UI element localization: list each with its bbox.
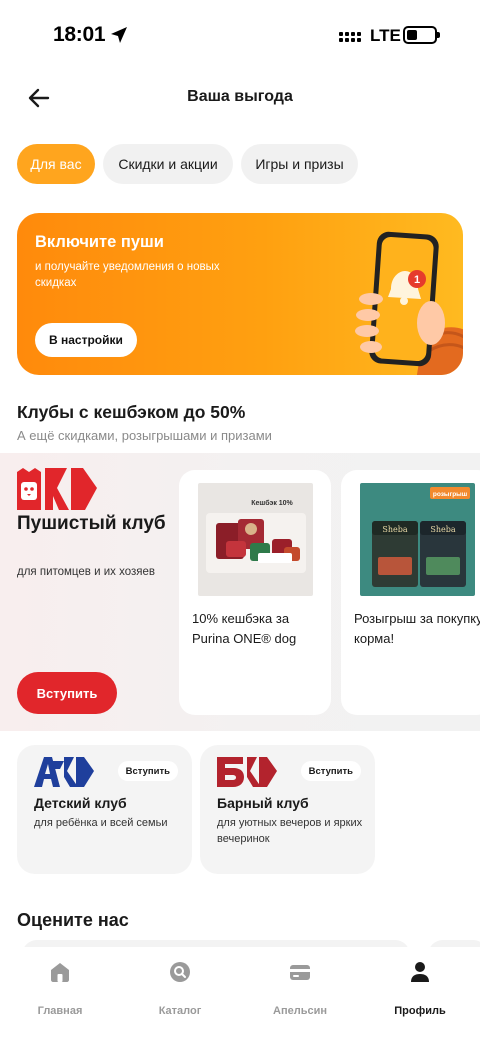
tab-for-you[interactable]: Для вас bbox=[17, 144, 95, 184]
network-type: LTE bbox=[370, 26, 401, 45]
sheba-product-image: розыгрыш Sheba Sheba bbox=[360, 483, 475, 596]
status-time: 18:01 bbox=[53, 23, 106, 46]
nav-profile-label: Профиль bbox=[394, 1005, 446, 1017]
clubs-section-title: Клубы с кешбэком до 50% bbox=[17, 402, 246, 422]
purina-image-caption: Кешбэк 10% bbox=[251, 499, 293, 507]
join-kids-club-button[interactable]: Вступить bbox=[117, 761, 178, 781]
kids-club-logo bbox=[34, 757, 94, 787]
push-banner-title: Включите пуши bbox=[35, 233, 164, 251]
nav-home-label: Главная bbox=[37, 1005, 83, 1017]
fluffy-club-name: Пушистый клуб bbox=[17, 513, 166, 534]
nav-catalog[interactable]: Каталог bbox=[130, 961, 230, 1017]
page-title: Ваша выгода bbox=[187, 88, 293, 105]
rate-us-title: Оцените нас bbox=[17, 910, 129, 930]
kids-club-name: Детский клуб bbox=[34, 795, 127, 811]
svg-text:Sheba: Sheba bbox=[430, 525, 455, 534]
card-icon bbox=[290, 965, 310, 980]
catalog-search-icon bbox=[170, 962, 190, 982]
nav-apelsin[interactable]: Апельсин bbox=[250, 961, 350, 1017]
clubs-section-subtitle: А ещё скидками, розыгрышами и призами bbox=[17, 428, 272, 443]
offer-purina-text: 10% кешбэка за Purina ONE® dog bbox=[192, 611, 297, 646]
battery-icon bbox=[403, 26, 437, 44]
join-fluffy-club-button[interactable]: Вступить bbox=[17, 672, 117, 714]
kids-club-description: для ребёнка и всей семьи bbox=[34, 817, 168, 829]
nav-catalog-label: Каталог bbox=[158, 1005, 202, 1017]
kids-club-card[interactable]: Вступить Детский клуб для ребёнка и всей… bbox=[17, 745, 192, 874]
battery-cap bbox=[437, 32, 440, 38]
offer-card-sheba[interactable]: розыгрыш Sheba Sheba Розыгрыш за покупку… bbox=[341, 470, 480, 715]
fluffy-club-description: для питомцев и их хозяев bbox=[17, 566, 155, 578]
nav-profile[interactable]: Профиль bbox=[370, 961, 470, 1017]
fluffy-club-logo bbox=[17, 468, 97, 510]
settings-button[interactable]: В настройки bbox=[35, 323, 137, 357]
status-bar: 18:01 LTE bbox=[0, 0, 480, 70]
signal-icon bbox=[339, 32, 361, 42]
bar-club-card[interactable]: Вступить Барный клуб для уютных вечеров … bbox=[200, 745, 375, 874]
profile-icon bbox=[411, 962, 429, 982]
bar-club-logo bbox=[217, 757, 277, 787]
location-arrow-icon bbox=[111, 27, 127, 43]
sheba-image-caption: розыгрыш bbox=[433, 491, 467, 498]
bottom-navigation: Главная Каталог Апельсин Профиль bbox=[0, 947, 480, 1043]
nav-apelsin-label: Апельсин bbox=[273, 1005, 327, 1017]
offer-card-purina[interactable]: Кешбэк 10% 10% кешбэка за Purina ONE® do… bbox=[179, 470, 331, 715]
home-icon bbox=[51, 963, 69, 982]
push-notifications-banner[interactable]: Включите пуши и получайте уведомления о … bbox=[17, 213, 463, 375]
join-bar-club-button[interactable]: Вступить bbox=[300, 761, 361, 781]
offer-sheba-text: Розыгрыш за покупку корма! bbox=[354, 611, 480, 646]
svg-text:Sheba: Sheba bbox=[382, 525, 407, 534]
bar-club-name: Барный клуб bbox=[217, 795, 309, 811]
nav-home[interactable]: Главная bbox=[10, 961, 110, 1017]
push-banner-subtitle: и получайте уведомления о новых скидках bbox=[35, 261, 220, 289]
notification-badge-count: 1 bbox=[414, 274, 420, 286]
bar-club-description: для уютных вечеров и ярких вечеринок bbox=[217, 817, 363, 845]
tab-games[interactable]: Игры и призы bbox=[241, 144, 358, 184]
purina-product-image: Кешбэк 10% bbox=[198, 483, 313, 596]
phone-notification-illustration: 1 bbox=[355, 231, 463, 375]
tab-discounts[interactable]: Скидки и акции bbox=[103, 144, 233, 184]
